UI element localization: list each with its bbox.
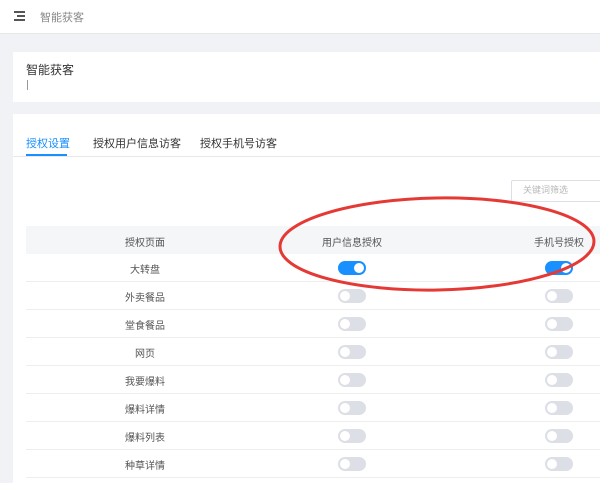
phone-auth-toggle[interactable] bbox=[545, 373, 573, 387]
phone-auth-toggle[interactable] bbox=[545, 317, 573, 331]
toggle-knob bbox=[547, 375, 557, 385]
active-tab-indicator bbox=[26, 154, 67, 156]
table-row: 我要爆料 bbox=[26, 366, 600, 394]
breadcrumb-title: 智能获客 bbox=[40, 11, 84, 24]
page-name-cell: 外卖餐品 bbox=[125, 293, 165, 304]
table-header: 授权页面 用户信息授权 手机号授权 bbox=[26, 226, 600, 254]
user-info-auth-toggle[interactable] bbox=[338, 261, 366, 275]
content-panel: 授权设置 授权用户信息访客 授权手机号访客 授权页面 用户信息授权 手机号授权 … bbox=[13, 114, 600, 483]
table-row: 爆料列表 bbox=[26, 422, 600, 450]
user-info-auth-toggle[interactable] bbox=[338, 457, 366, 471]
toggle-knob bbox=[547, 347, 557, 357]
toggle-knob bbox=[340, 403, 350, 413]
page-name-cell: 爆料详情 bbox=[125, 405, 165, 416]
user-info-auth-toggle[interactable] bbox=[338, 345, 366, 359]
toggle-knob bbox=[547, 319, 557, 329]
column-header-user-info: 用户信息授权 bbox=[322, 238, 382, 249]
user-info-auth-toggle[interactable] bbox=[338, 429, 366, 443]
toggle-knob bbox=[547, 431, 557, 441]
user-info-auth-toggle[interactable] bbox=[338, 401, 366, 415]
toggle-knob bbox=[340, 347, 350, 357]
phone-auth-toggle[interactable] bbox=[545, 401, 573, 415]
tab-phone-visitors[interactable]: 授权手机号访客 bbox=[200, 135, 277, 151]
table-body: 大转盘外卖餐品堂食餐品网页我要爆料爆料详情爆料列表种草详情 bbox=[26, 254, 600, 478]
page-name-cell: 大转盘 bbox=[130, 265, 160, 276]
keyword-filter-input[interactable] bbox=[511, 180, 600, 202]
phone-auth-toggle[interactable] bbox=[545, 261, 573, 275]
toggle-knob bbox=[340, 375, 350, 385]
page-name-cell: 爆料列表 bbox=[125, 433, 165, 444]
user-info-auth-toggle[interactable] bbox=[338, 317, 366, 331]
toggle-knob bbox=[340, 459, 350, 469]
table-row: 网页 bbox=[26, 338, 600, 366]
table-row: 堂食餐品 bbox=[26, 310, 600, 338]
page-header: 智能获客 bbox=[13, 52, 600, 102]
user-info-auth-toggle[interactable] bbox=[338, 373, 366, 387]
phone-auth-toggle[interactable] bbox=[545, 289, 573, 303]
top-bar: 智能获客 bbox=[0, 0, 600, 34]
auth-table: 授权页面 用户信息授权 手机号授权 大转盘外卖餐品堂食餐品网页我要爆料爆料详情爆… bbox=[26, 226, 600, 478]
page-name-cell: 堂食餐品 bbox=[125, 321, 165, 332]
table-row: 大转盘 bbox=[26, 254, 600, 282]
tab-auth-settings[interactable]: 授权设置 bbox=[26, 135, 70, 151]
menu-fold-icon[interactable] bbox=[14, 11, 25, 21]
toggle-knob bbox=[561, 263, 571, 273]
toggle-knob bbox=[547, 291, 557, 301]
toggle-knob bbox=[547, 403, 557, 413]
table-row: 外卖餐品 bbox=[26, 282, 600, 310]
table-row: 种草详情 bbox=[26, 450, 600, 478]
toggle-knob bbox=[340, 319, 350, 329]
phone-auth-toggle[interactable] bbox=[545, 345, 573, 359]
page-name-cell: 种草详情 bbox=[125, 461, 165, 472]
page-name-cell: 我要爆料 bbox=[125, 377, 165, 388]
toggle-knob bbox=[354, 263, 364, 273]
column-header-page: 授权页面 bbox=[125, 238, 165, 249]
page-name-cell: 网页 bbox=[135, 349, 155, 360]
tab-user-info-visitors[interactable]: 授权用户信息访客 bbox=[93, 135, 181, 151]
text-cursor bbox=[27, 80, 28, 90]
phone-auth-toggle[interactable] bbox=[545, 429, 573, 443]
user-info-auth-toggle[interactable] bbox=[338, 289, 366, 303]
phone-auth-toggle[interactable] bbox=[545, 457, 573, 471]
table-row: 爆料详情 bbox=[26, 394, 600, 422]
column-header-phone: 手机号授权 bbox=[534, 238, 584, 249]
toggle-knob bbox=[340, 431, 350, 441]
toggle-knob bbox=[340, 291, 350, 301]
tab-bar: 授权设置 授权用户信息访客 授权手机号访客 bbox=[13, 114, 600, 157]
toggle-knob bbox=[547, 459, 557, 469]
page-title: 智能获客 bbox=[26, 63, 75, 77]
